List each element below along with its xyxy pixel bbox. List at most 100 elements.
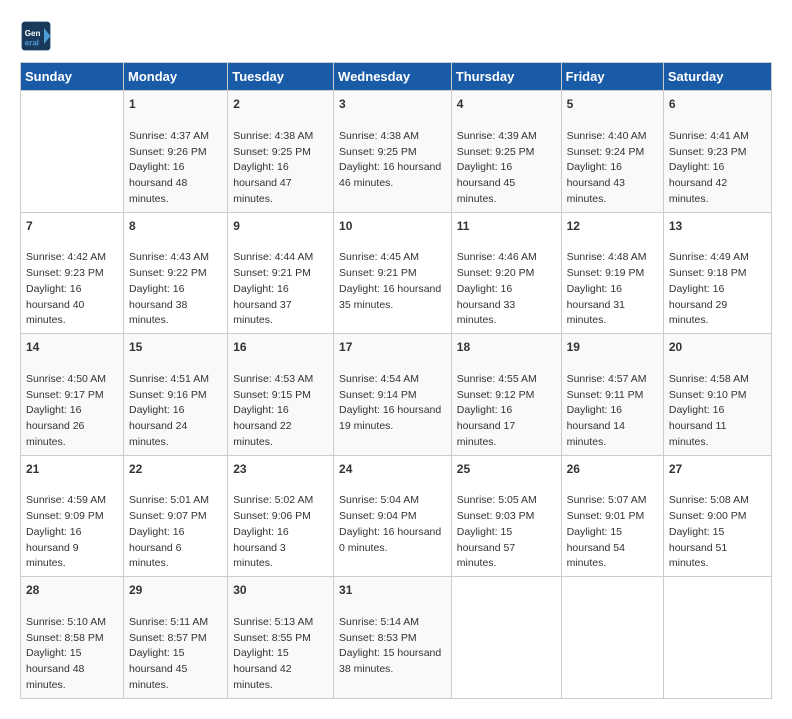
column-header-thursday: Thursday bbox=[451, 63, 561, 91]
calendar-cell: 4Sunrise: 4:39 AMSunset: 9:25 PMDaylight… bbox=[451, 91, 561, 213]
day-number: 14 bbox=[26, 338, 118, 356]
calendar-cell: 12Sunrise: 4:48 AMSunset: 9:19 PMDayligh… bbox=[561, 212, 663, 334]
calendar-cell: 29Sunrise: 5:11 AMSunset: 8:57 PMDayligh… bbox=[123, 577, 227, 699]
week-row-3: 14Sunrise: 4:50 AMSunset: 9:17 PMDayligh… bbox=[21, 334, 772, 456]
calendar-cell: 22Sunrise: 5:01 AMSunset: 9:07 PMDayligh… bbox=[123, 455, 227, 577]
calendar-table: SundayMondayTuesdayWednesdayThursdayFrid… bbox=[20, 62, 772, 699]
sunset-text: Sunset: 9:16 PM bbox=[129, 389, 207, 401]
sunrise-text: Sunrise: 5:05 AM bbox=[457, 494, 537, 506]
column-header-saturday: Saturday bbox=[663, 63, 771, 91]
column-header-wednesday: Wednesday bbox=[334, 63, 452, 91]
sunset-text: Sunset: 9:25 PM bbox=[339, 146, 417, 158]
sunrise-text: Sunrise: 5:10 AM bbox=[26, 616, 106, 628]
calendar-cell: 7Sunrise: 4:42 AMSunset: 9:23 PMDaylight… bbox=[21, 212, 124, 334]
calendar-cell: 5Sunrise: 4:40 AMSunset: 9:24 PMDaylight… bbox=[561, 91, 663, 213]
day-number: 24 bbox=[339, 460, 446, 478]
sunset-text: Sunset: 9:10 PM bbox=[669, 389, 747, 401]
sunrise-text: Sunrise: 4:46 AM bbox=[457, 251, 537, 263]
sunrise-text: Sunrise: 5:13 AM bbox=[233, 616, 313, 628]
week-row-2: 7 Sunrise: 4:42 AM Sunset: 9:23 PM Daylight… bbox=[21, 212, 772, 334]
calendar-cell: 25Sunrise: 5:05 AMSunset: 9:03 PMDayligh… bbox=[451, 455, 561, 577]
calendar-cell: 11Sunrise: 4:46 AMSunset: 9:20 PMDayligh… bbox=[451, 212, 561, 334]
sunrise-text: Sunrise: 4:41 AM bbox=[669, 130, 749, 142]
sunrise-text: Sunrise: 4:49 AM bbox=[669, 251, 749, 263]
calendar-cell: 6Sunrise: 4:41 AMSunset: 9:23 PMDaylight… bbox=[663, 91, 771, 213]
day-number: 21 bbox=[26, 460, 118, 478]
sunset-text: Sunset: 9:14 PM bbox=[339, 389, 417, 401]
daylight-text: Daylight: 16 hours bbox=[339, 161, 424, 173]
sunrise-text: Sunrise: 4:51 AM bbox=[129, 373, 209, 385]
calendar-cell: 13Sunrise: 4:49 AMSunset: 9:18 PMDayligh… bbox=[663, 212, 771, 334]
logo: Gen eral bbox=[20, 20, 56, 52]
sunrise-text: Sunrise: 4:38 AM bbox=[233, 130, 313, 142]
calendar-cell: 8Sunrise: 4:43 AMSunset: 9:22 PMDaylight… bbox=[123, 212, 227, 334]
day-number: 5 bbox=[567, 95, 658, 113]
calendar-cell: 21Sunrise: 4:59 AMSunset: 9:09 PMDayligh… bbox=[21, 455, 124, 577]
sunset-text: Sunset: 9:21 PM bbox=[233, 267, 311, 279]
day-number: 15 bbox=[129, 338, 222, 356]
day-number: 4 bbox=[457, 95, 556, 113]
day-number: 11 bbox=[457, 217, 556, 235]
sunrise-text: Sunrise: 5:11 AM bbox=[129, 616, 208, 628]
sunrise-text: Sunrise: 4:48 AM bbox=[567, 251, 647, 263]
calendar-cell bbox=[21, 91, 124, 213]
sunrise-text: Sunrise: 4:55 AM bbox=[457, 373, 537, 385]
day-number: 22 bbox=[129, 460, 222, 478]
day-number: 12 bbox=[567, 217, 658, 235]
sunrise-text: Sunrise: 4:40 AM bbox=[567, 130, 647, 142]
sunset-text: Sunset: 8:55 PM bbox=[233, 632, 311, 644]
day-number: 31 bbox=[339, 581, 446, 599]
day-number: 3 bbox=[339, 95, 446, 113]
svg-text:eral: eral bbox=[25, 39, 39, 48]
sunrise-text: Sunrise: 4:45 AM bbox=[339, 251, 419, 263]
day-number: 8 bbox=[129, 217, 222, 235]
sunrise-text: Sunrise: 5:01 AM bbox=[129, 494, 209, 506]
column-header-sunday: Sunday bbox=[21, 63, 124, 91]
sunrise-text: Sunrise: 4:43 AM bbox=[129, 251, 209, 263]
calendar-cell: 26Sunrise: 5:07 AMSunset: 9:01 PMDayligh… bbox=[561, 455, 663, 577]
sunrise-text: Sunrise: 4:39 AM bbox=[457, 130, 537, 142]
sunset-text: Sunset: 9:07 PM bbox=[129, 510, 207, 522]
calendar-cell bbox=[561, 577, 663, 699]
sunset-text: Sunset: 9:23 PM bbox=[26, 267, 104, 279]
calendar-cell: 16Sunrise: 4:53 AMSunset: 9:15 PMDayligh… bbox=[228, 334, 334, 456]
page-header: Gen eral bbox=[20, 20, 772, 52]
sunrise-text: Sunrise: 4:54 AM bbox=[339, 373, 419, 385]
day-number: 25 bbox=[457, 460, 556, 478]
sunset-text: Sunset: 9:09 PM bbox=[26, 510, 104, 522]
sunset-text: Sunset: 9:12 PM bbox=[457, 389, 535, 401]
calendar-cell: 10Sunrise: 4:45 AMSunset: 9:21 PMDayligh… bbox=[334, 212, 452, 334]
calendar-cell: 2Sunrise: 4:38 AMSunset: 9:25 PMDaylight… bbox=[228, 91, 334, 213]
sunrise-text: Sunrise: 4:53 AM bbox=[233, 373, 313, 385]
calendar-cell: 24Sunrise: 5:04 AMSunset: 9:04 PMDayligh… bbox=[334, 455, 452, 577]
sunset-text: Sunset: 9:25 PM bbox=[233, 146, 311, 158]
day-number: 10 bbox=[339, 217, 446, 235]
calendar-cell: 3Sunrise: 4:38 AMSunset: 9:25 PMDaylight… bbox=[334, 91, 452, 213]
calendar-cell: 20Sunrise: 4:58 AMSunset: 9:10 PMDayligh… bbox=[663, 334, 771, 456]
sunset-text: Sunset: 9:11 PM bbox=[567, 389, 644, 401]
day-number: 29 bbox=[129, 581, 222, 599]
day-number: 7 bbox=[26, 217, 118, 235]
day-number: 2 bbox=[233, 95, 328, 113]
calendar-cell bbox=[663, 577, 771, 699]
day-number: 27 bbox=[669, 460, 766, 478]
sunrise-text: Sunrise: 4:42 AM bbox=[26, 251, 106, 263]
daylight-text: Daylight: 16 hours bbox=[339, 283, 424, 295]
sunrise-text: Sunrise: 4:57 AM bbox=[567, 373, 647, 385]
calendar-cell: 18Sunrise: 4:55 AMSunset: 9:12 PMDayligh… bbox=[451, 334, 561, 456]
day-number: 19 bbox=[567, 338, 658, 356]
calendar-cell: 23Sunrise: 5:02 AMSunset: 9:06 PMDayligh… bbox=[228, 455, 334, 577]
sunset-text: Sunset: 9:03 PM bbox=[457, 510, 535, 522]
calendar-cell: 30Sunrise: 5:13 AMSunset: 8:55 PMDayligh… bbox=[228, 577, 334, 699]
sunrise-text: Sunrise: 5:08 AM bbox=[669, 494, 749, 506]
column-header-tuesday: Tuesday bbox=[228, 63, 334, 91]
calendar-cell: 9Sunrise: 4:44 AMSunset: 9:21 PMDaylight… bbox=[228, 212, 334, 334]
calendar-cell: 19Sunrise: 4:57 AMSunset: 9:11 PMDayligh… bbox=[561, 334, 663, 456]
sunrise-text: Sunrise: 4:50 AM bbox=[26, 373, 106, 385]
calendar-cell: 17Sunrise: 4:54 AMSunset: 9:14 PMDayligh… bbox=[334, 334, 452, 456]
sunset-text: Sunset: 9:22 PM bbox=[129, 267, 207, 279]
sunrise-text: Sunrise: 5:04 AM bbox=[339, 494, 419, 506]
sunrise-text: Sunrise: 5:14 AM bbox=[339, 616, 419, 628]
sunset-text: Sunset: 9:26 PM bbox=[129, 146, 207, 158]
daylight-text: Daylight: 15 hours bbox=[339, 647, 424, 659]
